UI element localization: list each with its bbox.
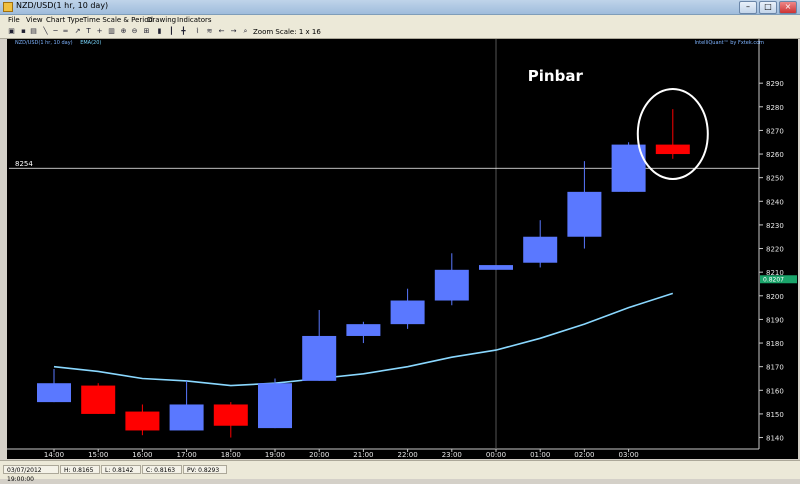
- window-controls: – □ ×: [739, 1, 797, 14]
- x-tick-label: 15:00: [88, 451, 108, 459]
- bear-candle: [213, 404, 248, 426]
- menu-file[interactable]: File: [8, 16, 20, 24]
- credit-text: IntelliQuant™ by Fxtek.com: [694, 40, 765, 46]
- x-tick-label: 17:00: [177, 451, 197, 459]
- candlestick-chart-svg: 8140815081608170818081908200821082208230…: [7, 39, 797, 459]
- menu-drawing[interactable]: Drawing: [147, 16, 176, 24]
- menu-bar: File View Chart Type Time Scale & Period…: [0, 15, 800, 26]
- text-icon[interactable]: T: [85, 28, 92, 35]
- bull-candle: [37, 383, 71, 403]
- arrow-icon[interactable]: ↗: [74, 28, 81, 35]
- save-icon[interactable]: ▪: [20, 28, 27, 35]
- bear-candle: [655, 144, 690, 155]
- x-tick-label: 22:00: [398, 451, 418, 459]
- x-tick-label: 01:00: [530, 451, 550, 459]
- y-tick-label: 8240: [766, 198, 784, 206]
- minimize-button[interactable]: –: [739, 1, 757, 14]
- y-tick-label: 8140: [766, 435, 784, 443]
- x-tick-label: 16:00: [132, 451, 152, 459]
- bull-candle: [169, 404, 204, 431]
- zoom-out-icon[interactable]: ⊖: [131, 28, 138, 35]
- y-tick-label: 8150: [766, 411, 784, 419]
- menu-chart-type[interactable]: Chart Type: [46, 16, 84, 24]
- bull-candle: [523, 236, 558, 263]
- bull-candle: [302, 335, 337, 381]
- status-close: C: 0.8163: [142, 465, 182, 474]
- x-tick-label: 18:00: [221, 451, 241, 459]
- y-tick-label: 8160: [766, 387, 784, 395]
- bull-candle: [258, 383, 292, 429]
- bull-candle: [346, 324, 381, 336]
- open-icon[interactable]: ▣: [8, 28, 15, 35]
- fit-icon[interactable]: ⊞: [143, 28, 150, 35]
- status-pv: PV: 0.8293: [183, 465, 227, 474]
- y-tick-label: 8170: [766, 364, 784, 372]
- symbol-label: NZD/USD(1 hr, 10 day): [15, 40, 73, 46]
- status-bar: 03/07/2012 19:00:00 H: 0.8165 L: 0.8142 …: [0, 460, 800, 483]
- status-datetime: 03/07/2012 19:00:00: [3, 465, 59, 483]
- scroll-right-icon[interactable]: →: [230, 28, 237, 35]
- print-icon[interactable]: ▤: [30, 28, 37, 35]
- price-chart[interactable]: 8140 8150 8160 8170 8180 8190 8200 8210 8220 8230…: [7, 39, 798, 459]
- date-marker-label: 03/08: [486, 458, 506, 459]
- bull-candle: [434, 269, 469, 301]
- pinbar-annotation: Pinbar: [528, 67, 584, 85]
- x-tick-label: 02:00: [574, 451, 594, 459]
- bull-candle: [567, 191, 602, 237]
- bull-candle: [479, 265, 513, 270]
- menu-time-scale[interactable]: Time Scale & Period: [83, 16, 153, 24]
- menu-indicators[interactable]: Indicators: [177, 16, 212, 24]
- y-tick-label: 8190: [766, 316, 784, 324]
- status-high: H: 0.8165: [60, 465, 100, 474]
- x-tick-label: 19:00: [265, 451, 285, 459]
- bars-icon[interactable]: ▥: [108, 28, 115, 35]
- bull-candle: [390, 300, 425, 325]
- y-tick-label: 8250: [766, 175, 784, 183]
- x-tick-label: 21:00: [353, 451, 373, 459]
- close-button[interactable]: ×: [779, 1, 797, 14]
- zoom-in-icon[interactable]: ⊕: [120, 28, 127, 35]
- bear-candle: [81, 385, 116, 414]
- crosshair-icon[interactable]: +: [96, 28, 103, 35]
- toolbar: ▣ ▪ ▤ ╲ ─ ═ ↗ T + ▥ ⊕ ⊖ ⊞ ▮ ┃ ╋ ⌇ ≋ ← → …: [0, 26, 800, 39]
- ohlc-icon[interactable]: ╋: [180, 28, 187, 35]
- candle-icon[interactable]: ▮: [156, 28, 163, 35]
- maximize-button[interactable]: □: [759, 1, 777, 14]
- y-tick-label: 8260: [766, 151, 784, 159]
- chart-legend: NZD/USD(1 hr, 10 day) EMA(20): [15, 40, 101, 46]
- hline-icon[interactable]: ─: [52, 28, 59, 35]
- y-tick-label: 8230: [766, 222, 784, 230]
- price-tag-label: 0.8207: [763, 276, 784, 283]
- window-title: NZD/USD(1 hr, 10 day): [16, 1, 109, 10]
- ema-label: EMA(20): [80, 40, 102, 46]
- zoom-icon[interactable]: ⌕: [242, 28, 249, 35]
- app-icon: [3, 2, 13, 12]
- x-tick-label: 20:00: [309, 451, 329, 459]
- bar-chart-icon[interactable]: ┃: [168, 28, 175, 35]
- x-tick-label: 14:00: [44, 451, 64, 459]
- y-tick-label: 8180: [766, 340, 784, 348]
- y-tick-label: 8290: [766, 80, 784, 88]
- title-bar: NZD/USD(1 hr, 10 day) – □ ×: [0, 0, 800, 15]
- channel-icon[interactable]: ═: [62, 28, 69, 35]
- status-low: L: 0.8142: [101, 465, 141, 474]
- x-tick-label: 03:00: [619, 451, 639, 459]
- scroll-left-icon[interactable]: ←: [218, 28, 225, 35]
- bear-candle: [125, 411, 160, 431]
- y-tick-label: 8270: [766, 127, 784, 135]
- x-tick-label: 23:00: [442, 451, 462, 459]
- horizontal-level-label: 8254: [15, 160, 33, 168]
- zoom-scale-label: Zoom Scale: 1 x 16: [253, 28, 321, 36]
- y-tick-label: 8220: [766, 246, 784, 254]
- line-chart-icon[interactable]: ⌇: [194, 28, 201, 35]
- menu-view[interactable]: View: [26, 16, 43, 24]
- indicator-icon[interactable]: ≋: [206, 28, 213, 35]
- y-tick-label: 8200: [766, 293, 784, 301]
- y-tick-label: 8280: [766, 104, 784, 112]
- draw-line-icon[interactable]: ╲: [42, 28, 49, 35]
